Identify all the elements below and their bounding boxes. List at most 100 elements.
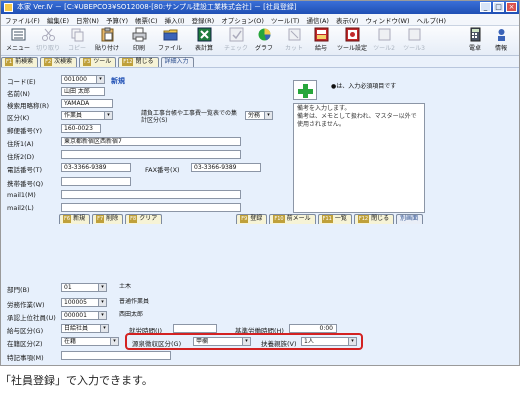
summary-select[interactable]: 労務 <box>245 111 273 120</box>
menu-options[interactable]: オプション(O) <box>221 15 264 25</box>
status-select[interactable]: 在籍 <box>61 337 119 346</box>
menu-view[interactable]: 表示(V) <box>336 15 359 25</box>
days-field[interactable] <box>173 324 217 333</box>
toolbar-payroll-button[interactable]: 給与 <box>309 27 333 55</box>
tab-close[interactable]: F12 閉じる <box>118 57 159 67</box>
menu-tools[interactable]: ツール(T) <box>271 15 300 25</box>
info-icon <box>494 27 509 42</box>
toolbar-file-button[interactable]: ファイル <box>157 27 183 55</box>
tool2-icon <box>377 27 392 42</box>
mail1-field[interactable] <box>61 190 241 199</box>
minimize-button[interactable]: _ <box>480 2 491 12</box>
caption: 「社員登録」で入力できます。 <box>0 374 153 387</box>
status-label: 在籍区分(Z) <box>7 340 43 348</box>
close-button[interactable]: × <box>506 2 517 12</box>
toolbar-check-button[interactable]: チェック <box>223 27 249 55</box>
paytype-select[interactable]: 日給社員 <box>61 324 109 333</box>
window-controls: _ □ × <box>480 2 517 12</box>
dependents-select[interactable]: 1人 <box>301 337 357 346</box>
required-note: ●は、入力必須項目です <box>331 83 397 90</box>
spreadsheet-icon <box>197 27 212 42</box>
payroll-icon <box>314 27 329 42</box>
toolbar-print-button[interactable]: 印刷 <box>127 27 151 55</box>
toolbar-spreadsheet-button[interactable]: 表計算 <box>191 27 217 55</box>
paytype-label: 給与区分(G) <box>7 327 44 335</box>
menu-insert[interactable]: 挿入(I) <box>165 15 185 25</box>
menu-edit[interactable]: 編集(E) <box>47 15 69 25</box>
toolbar-menu-button[interactable]: メニュー <box>5 27 31 55</box>
maximize-button[interactable]: □ <box>493 2 504 12</box>
menu-bar: ファイル(F) 編集(E) 日常(N) 予算(Y) 帳票(C) 挿入(I) 登録… <box>1 14 519 26</box>
mobile-field[interactable] <box>61 177 131 186</box>
tab-clear[interactable]: F8 クリア <box>125 214 163 224</box>
toolbar-copy-button[interactable]: コピー <box>65 27 89 55</box>
tab-list[interactable]: F11 一覧 <box>317 214 352 224</box>
tab-prev-search[interactable]: F1 前検索 <box>1 57 39 67</box>
tel-label: 電話番号(T) <box>7 166 43 174</box>
tab-next-search[interactable]: F2 次検索 <box>40 57 78 67</box>
trade-name: 普通作業員 <box>119 298 150 305</box>
tax-label: 源泉徴収区分(G) <box>132 340 182 348</box>
title-bar: 本家 Ver.Ⅳ － [C:¥UBEPCO3¥SO12008-[80:サンプル建… <box>1 1 519 14</box>
addr2-field[interactable] <box>61 150 241 159</box>
toolbar-calculator-button[interactable]: 電卓 <box>465 27 485 55</box>
toolbar-info-button[interactable]: 情報 <box>491 27 511 55</box>
tab-new[interactable]: F6 新規 <box>59 214 91 224</box>
toolbar-tool-settings-button[interactable]: ツール設定 <box>337 27 367 55</box>
window-title: 本家 Ver.Ⅳ － [C:¥UBEPCO3¥SO12008-[80:サンプル建… <box>17 3 297 11</box>
tab-close-bottom[interactable]: F12 閉じる <box>353 214 395 224</box>
tab-prev-mail[interactable]: F10 前メール <box>269 214 316 224</box>
addr1-field[interactable]: 東京都新宿区西新宿7 <box>61 137 241 146</box>
check-icon <box>229 27 244 42</box>
tab-register[interactable]: F9 登録 <box>236 214 268 224</box>
menu-daily[interactable]: 日常(N) <box>76 15 99 25</box>
app-icon <box>4 3 13 12</box>
menu-reports[interactable]: 帳票(C) <box>135 15 158 25</box>
toolbar: メニュー 切り取り コピー 貼り付け 印刷 ファイル 表計算 チェック グラフ … <box>1 26 519 56</box>
class-select[interactable]: 作業員 <box>61 111 113 120</box>
notes-field[interactable] <box>61 351 171 360</box>
memo-field[interactable]: 備考を入力します。 備考は、メモとして扱われ、マスター以外で使用されません。 <box>293 103 425 213</box>
name-field[interactable]: 山田 太郎 <box>61 87 105 96</box>
toolbar-scissors-button[interactable]: カット <box>281 27 307 55</box>
menu-help[interactable]: ヘルプ(H) <box>417 15 446 25</box>
zip-field[interactable]: 160-0023 <box>61 124 101 133</box>
menu-register[interactable]: 登録(R) <box>192 15 215 25</box>
menu-icon <box>11 27 26 42</box>
basehours-field[interactable]: 0:00 <box>289 324 337 333</box>
menu-window[interactable]: ウィンドウ(W) <box>366 15 410 25</box>
kana-label: 検索用略称(R) <box>7 102 50 110</box>
menu-file[interactable]: ファイル(F) <box>5 15 40 25</box>
kana-field[interactable]: YAMADA <box>61 99 113 108</box>
plus-icon[interactable] <box>293 80 317 100</box>
dependents-label: 扶養親族(V) <box>261 340 297 348</box>
graph-icon <box>257 27 272 42</box>
tab-detail-input[interactable]: 詳細入力 <box>160 57 194 67</box>
toolbar-graph-button[interactable]: グラフ <box>251 27 277 55</box>
mail2-field[interactable] <box>61 203 241 212</box>
manager-select[interactable]: 000001 <box>61 311 107 320</box>
code-select[interactable]: 001000 <box>61 75 105 84</box>
dept-label: 部門(B) <box>7 286 30 294</box>
trade-select[interactable]: 100005 <box>61 298 107 307</box>
menu-comm[interactable]: 通信(A) <box>306 15 329 25</box>
fax-field[interactable]: 03-3366-9389 <box>191 163 261 172</box>
menu-budget[interactable]: 予算(Y) <box>106 15 128 25</box>
manager-label: 承認上位社員(U) <box>7 314 56 322</box>
toolbar-paste-button[interactable]: 貼り付け <box>93 27 121 55</box>
tool3-icon <box>407 27 422 42</box>
cut-icon <box>41 27 56 42</box>
toolbar-tool3-button[interactable]: ツール3 <box>401 27 427 55</box>
toolbar-cut-button[interactable]: 切り取り <box>35 27 61 55</box>
tax-select[interactable]: 甲欄 <box>193 337 251 346</box>
toolbar-tool2-button[interactable]: ツール2 <box>371 27 397 55</box>
trade-label: 労務作業(W) <box>7 301 45 309</box>
copy-icon <box>70 27 85 42</box>
tab-delete[interactable]: F7 削除 <box>92 214 124 224</box>
tab-tools[interactable]: F3 ツール <box>79 57 117 67</box>
tel-field[interactable]: 03-3366-9389 <box>61 163 131 172</box>
function-key-bar-bottom: F6 新規 F7 削除 F8 クリア F9 登録 F10 前メール F11 一覧 F12 閉じ… <box>59 214 425 224</box>
calculator-icon <box>468 27 483 42</box>
tab-separate-window[interactable]: 別画面 <box>396 214 424 224</box>
dept-select[interactable]: 01 <box>61 283 107 292</box>
